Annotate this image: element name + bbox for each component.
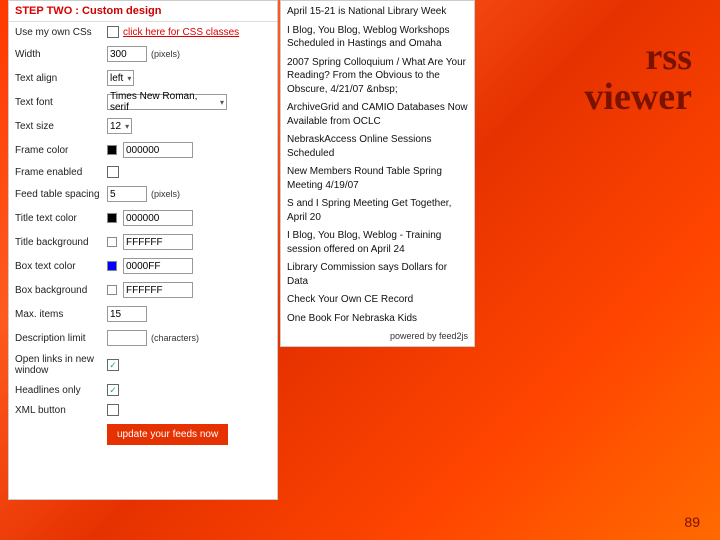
feed-spacing-input[interactable] xyxy=(107,186,147,202)
text-size-label: Text size xyxy=(15,121,103,132)
css-classes-link[interactable]: click here for CSS classes xyxy=(123,27,239,38)
title-bg-input[interactable] xyxy=(123,234,193,250)
feed-item[interactable]: April 15-21 is National Library Week xyxy=(287,5,468,19)
desc-limit-input[interactable] xyxy=(107,330,147,346)
update-feeds-button[interactable]: update your feeds now xyxy=(107,424,228,445)
feed-item[interactable]: I Blog, You Blog, Weblog - Training sess… xyxy=(287,229,468,256)
open-links-label: Open links in new window xyxy=(15,354,103,376)
feed-item[interactable]: One Book For Nebraska Kids xyxy=(287,312,468,326)
feed-preview-panel: April 15-21 is National Library Week I B… xyxy=(280,0,475,347)
feed-item[interactable]: New Members Round Table Spring Meeting 4… xyxy=(287,165,468,192)
title-bg-swatch[interactable] xyxy=(107,237,117,247)
text-size-value: 12 xyxy=(110,121,121,132)
headlines-only-checkbox[interactable]: ✓ xyxy=(107,384,119,396)
box-bg-label: Box background xyxy=(15,285,103,296)
chevron-down-icon: ▾ xyxy=(127,74,131,83)
desc-limit-suffix: (characters) xyxy=(151,333,199,343)
chevron-down-icon: ▾ xyxy=(220,98,224,107)
title-line1: rss xyxy=(584,38,692,78)
text-font-value: Times New Roman, serif xyxy=(110,91,216,113)
feed-item[interactable]: I Blog, You Blog, Weblog Workshops Sched… xyxy=(287,24,468,51)
title-text-input[interactable] xyxy=(123,210,193,226)
feed-spacing-label: Feed table spacing xyxy=(15,189,103,200)
frame-color-swatch[interactable] xyxy=(107,145,117,155)
xml-button-label: XML button xyxy=(15,405,103,416)
title-text-swatch[interactable] xyxy=(107,213,117,223)
feed-item[interactable]: NebraskAccess Online Sessions Scheduled xyxy=(287,133,468,160)
title-line2: viewer xyxy=(584,78,692,118)
max-items-input[interactable] xyxy=(107,306,147,322)
box-text-input[interactable] xyxy=(123,258,193,274)
width-input[interactable] xyxy=(107,46,147,62)
powered-by-label: powered by feed2js xyxy=(287,330,468,342)
title-bg-label: Title background xyxy=(15,237,103,248)
text-size-select[interactable]: 12 ▾ xyxy=(107,118,132,134)
page-number: 89 xyxy=(684,514,700,530)
feed-item[interactable]: Library Commission says Dollars for Data xyxy=(287,261,468,288)
desc-limit-label: Description limit xyxy=(15,333,103,344)
box-bg-swatch[interactable] xyxy=(107,285,117,295)
text-font-label: Text font xyxy=(15,97,103,108)
text-font-select[interactable]: Times New Roman, serif ▾ xyxy=(107,94,227,110)
width-suffix: (pixels) xyxy=(151,49,180,59)
title-text-color-label: Title text color xyxy=(15,213,103,224)
frame-enabled-label: Frame enabled xyxy=(15,167,103,178)
feed-item[interactable]: ArchiveGrid and CAMIO Databases Now Avai… xyxy=(287,101,468,128)
step-two-label: STEP TWO : xyxy=(15,5,79,17)
xml-button-checkbox[interactable] xyxy=(107,404,119,416)
chevron-down-icon: ▾ xyxy=(125,122,129,131)
headlines-only-label: Headlines only xyxy=(15,385,103,396)
box-text-swatch[interactable] xyxy=(107,261,117,271)
text-align-label: Text align xyxy=(15,73,103,84)
open-links-checkbox[interactable]: ✓ xyxy=(107,359,119,371)
text-align-select[interactable]: left ▾ xyxy=(107,70,134,86)
frame-color-input[interactable] xyxy=(123,142,193,158)
use-own-css-label: Use my own CSs xyxy=(15,27,103,38)
box-text-label: Box text color xyxy=(15,261,103,272)
custom-design-label: Custom design xyxy=(82,5,161,17)
text-align-value: left xyxy=(110,73,123,84)
feed-item[interactable]: Check Your Own CE Record xyxy=(287,293,468,307)
feed-spacing-suffix: (pixels) xyxy=(151,189,180,199)
custom-design-panel: STEP TWO : Custom design Use my own CSs … xyxy=(8,0,278,500)
width-label: Width xyxy=(15,49,103,60)
feed-item[interactable]: S and I Spring Meeting Get Together, Apr… xyxy=(287,197,468,224)
use-own-css-checkbox[interactable] xyxy=(107,26,119,38)
frame-enabled-checkbox[interactable] xyxy=(107,166,119,178)
page-title: rss viewer xyxy=(584,38,692,118)
max-items-label: Max. items xyxy=(15,309,103,320)
box-bg-input[interactable] xyxy=(123,282,193,298)
step-header: STEP TWO : Custom design xyxy=(9,1,277,22)
frame-color-label: Frame color xyxy=(15,145,103,156)
feed-item[interactable]: 2007 Spring Colloquium / What Are Your R… xyxy=(287,56,468,97)
